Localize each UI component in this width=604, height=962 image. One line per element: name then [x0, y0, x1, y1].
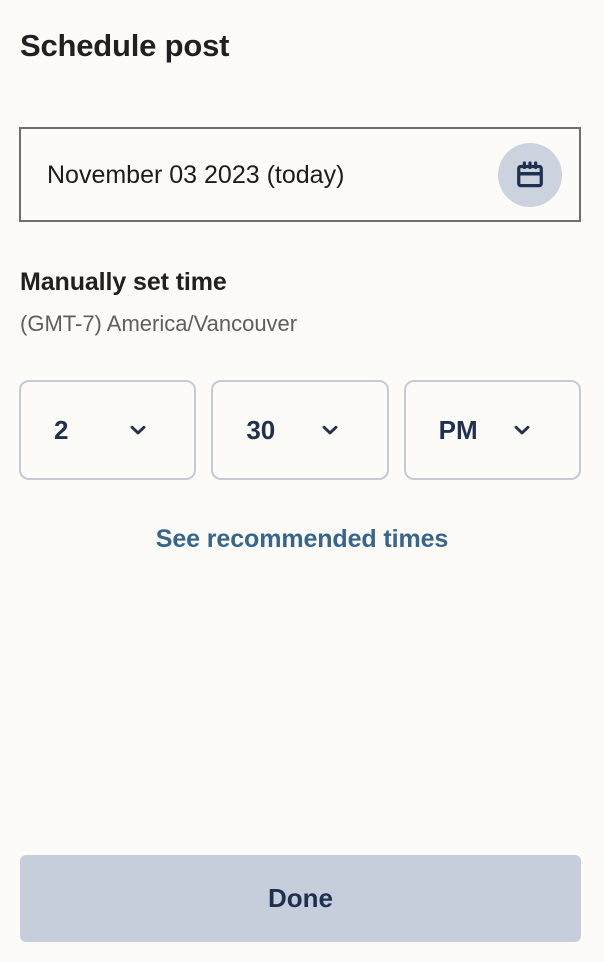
calendar-icon: [515, 160, 545, 190]
time-selects-row: 2 30 PM: [19, 380, 581, 480]
manual-time-heading: Manually set time: [20, 268, 227, 296]
date-picker-field[interactable]: November 03 2023 (today): [19, 127, 581, 222]
calendar-icon-badge[interactable]: [498, 142, 562, 207]
timezone-label: (GMT-7) America/Vancouver: [20, 311, 298, 336]
meridiem-select[interactable]: PM: [403, 380, 581, 480]
see-recommended-times-link[interactable]: See recommended times: [0, 525, 604, 554]
minute-select-value: 30: [246, 414, 276, 445]
page-title: Schedule post: [20, 28, 230, 63]
meridiem-select-value: PM: [438, 414, 478, 445]
date-picker-value: November 03 2023 (today): [47, 160, 345, 189]
done-button[interactable]: Done: [20, 855, 581, 942]
hour-select[interactable]: 2: [19, 380, 197, 480]
hour-select-value: 2: [54, 414, 69, 445]
schedule-post-screen: Schedule post November 03 2023 (today) M…: [0, 0, 604, 962]
minute-select[interactable]: 30: [211, 380, 389, 480]
